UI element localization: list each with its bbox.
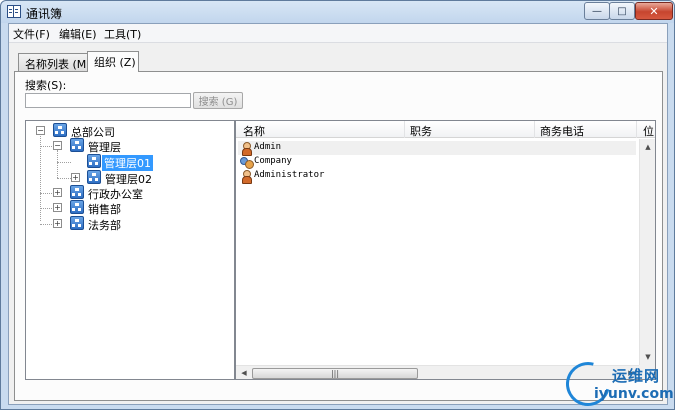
tree-node-legal[interactable]: 法务部 [86, 217, 123, 233]
close-button[interactable]: ✕ [635, 2, 673, 20]
company-icon [239, 156, 254, 169]
minimize-button[interactable]: — [584, 2, 610, 20]
organization-icon [87, 154, 101, 168]
menu-edit[interactable]: 编辑(E) [59, 26, 97, 42]
tree-collapse-toggle[interactable]: − [36, 126, 45, 135]
list-item[interactable]: Admin [238, 141, 636, 156]
scroll-up-icon[interactable]: ▲ [640, 139, 655, 155]
tree-node-management-01[interactable]: 管理层01 [102, 155, 153, 171]
organization-icon [53, 123, 67, 137]
tree-collapse-toggle[interactable]: − [53, 141, 62, 150]
tree-connector [57, 150, 58, 178]
list-item[interactable]: Company [238, 155, 636, 169]
site-watermark: 运维网 iyunv.com [557, 353, 674, 410]
client-area: 文件(F) 编辑(E) 工具(T) 名称列表 (M) 组织 (Z) 搜索(S):… [8, 23, 668, 405]
tree-connector [40, 208, 52, 209]
address-book-window: 通讯簿 — □ ✕ 文件(F) 编辑(E) 工具(T) 名称列表 (M) 组织 … [0, 0, 675, 410]
contact-name: Admin [254, 142, 282, 152]
user-icon [241, 170, 252, 184]
window-title: 通讯簿 [26, 7, 63, 21]
tree-node-sales[interactable]: 销售部 [86, 201, 123, 217]
search-input[interactable] [25, 93, 191, 108]
tree-node-admin-office[interactable]: 行政办公室 [86, 186, 145, 202]
tab-organization[interactable]: 组织 (Z) [87, 51, 139, 72]
column-header-title[interactable]: 职务 [410, 123, 432, 139]
contact-name: Administrator [254, 170, 325, 180]
list-item[interactable]: Administrator [238, 169, 636, 184]
organization-icon [70, 200, 84, 214]
tree-expand-toggle[interactable]: + [71, 173, 80, 182]
tree-expand-toggle[interactable]: + [53, 203, 62, 212]
tree-connector [40, 193, 52, 194]
tree-connector [40, 146, 52, 147]
search-button[interactable]: 搜索 (G) [193, 92, 243, 109]
organization-icon [87, 170, 101, 184]
tab-name-list[interactable]: 名称列表 (M) [18, 53, 91, 71]
scroll-left-icon[interactable]: ◀ [236, 366, 252, 379]
list-header: 名称 职务 商务电话 位 [236, 121, 655, 139]
contact-list[interactable]: 名称 职务 商务电话 位 Admin Company Administrator [235, 120, 656, 380]
tree-connector [40, 224, 52, 225]
address-book-icon [7, 5, 21, 18]
menu-bar: 文件(F) 编辑(E) 工具(T) [9, 24, 667, 43]
organization-icon [70, 185, 84, 199]
search-label: 搜索(S): [25, 79, 67, 92]
tree-expand-toggle[interactable]: + [53, 219, 62, 228]
watermark-url: iyunv.com [594, 386, 674, 402]
tree-node-management[interactable]: 管理层 [86, 139, 123, 155]
title-bar[interactable]: 通讯簿 — □ ✕ [1, 1, 674, 23]
menu-tools[interactable]: 工具(T) [104, 26, 141, 42]
watermark-title: 运维网 [612, 367, 661, 385]
column-header-name[interactable]: 名称 [243, 123, 265, 139]
horizontal-scroll-thumb[interactable]: ||| [252, 368, 418, 379]
tree-expand-toggle[interactable]: + [53, 188, 62, 197]
vertical-scrollbar[interactable]: ▲ ▼ [639, 139, 655, 365]
organization-icon [70, 138, 84, 152]
column-separator[interactable] [404, 121, 405, 138]
organization-tree[interactable]: − 总部公司 − 管理层 管理层01 + 管理层02 + 行政办公室 + 销售部… [25, 120, 235, 380]
column-separator[interactable] [636, 121, 637, 138]
column-header-business-phone[interactable]: 商务电话 [540, 123, 584, 139]
contact-name: Company [254, 156, 292, 166]
tree-connector [57, 162, 71, 163]
column-separator[interactable] [534, 121, 535, 138]
tree-connector [57, 178, 71, 179]
maximize-button[interactable]: □ [609, 2, 635, 20]
user-icon [241, 142, 252, 156]
organization-icon [70, 216, 84, 230]
tree-node-management-02[interactable]: 管理层02 [103, 171, 154, 187]
column-header-location[interactable]: 位 [643, 123, 654, 139]
menu-file[interactable]: 文件(F) [13, 26, 50, 42]
